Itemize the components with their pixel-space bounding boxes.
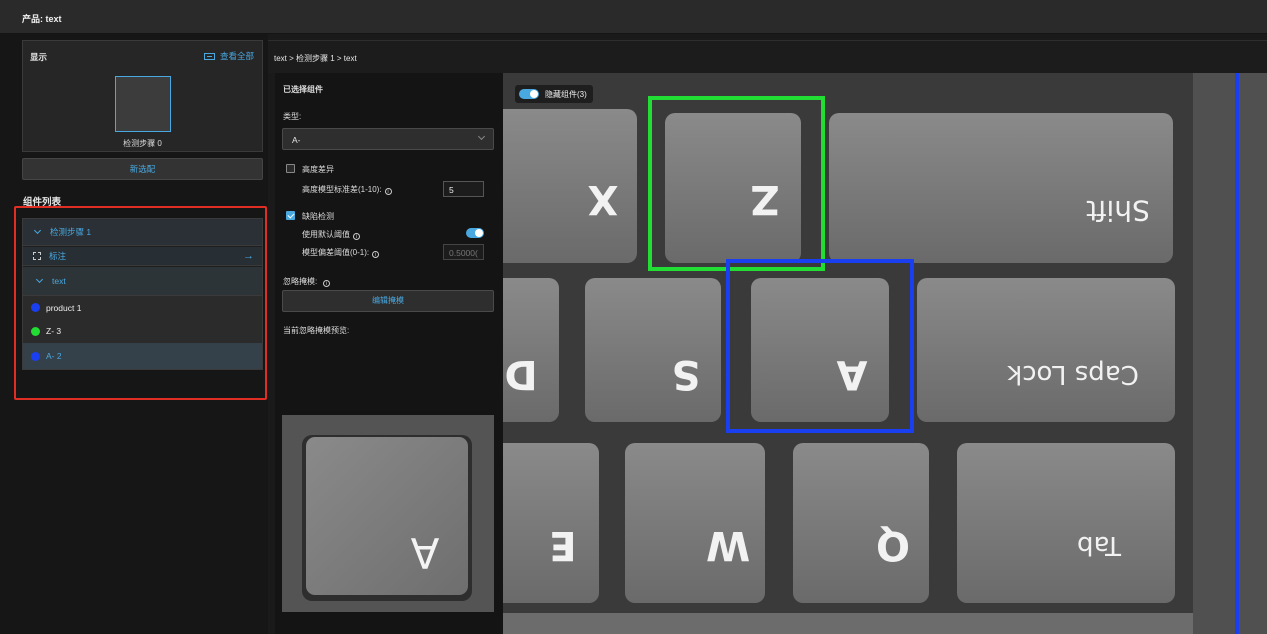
key-caps-lock xyxy=(917,278,1175,422)
preview-key xyxy=(306,437,468,595)
hide-components-control[interactable]: 隐藏组件(3) xyxy=(515,85,593,103)
keyboard-image: X Z Shift D S A Caps Lock E W Q Tab xyxy=(503,73,1267,634)
display-title: 显示 xyxy=(30,52,48,62)
keyboard-edge xyxy=(1193,73,1267,634)
defect-detect-label: 缺陷检测 xyxy=(302,212,334,221)
breadcrumb-bar: text > 检测步骤 1 > text xyxy=(268,40,1267,73)
breadcrumb: text > 检测步骤 1 > text xyxy=(274,54,357,63)
ignore-mask-label: 忽略掩模: i xyxy=(283,276,331,287)
model-bias-label: 模型偏差阈值(0-1): i xyxy=(302,247,380,258)
color-dot xyxy=(31,326,40,336)
type-label: 类型: xyxy=(283,112,302,121)
tree-text-row[interactable]: text xyxy=(23,267,262,295)
use-default-text: 使用默认阈值 xyxy=(302,230,350,239)
left-panel: 显示 查看全部 检测步骤 0 新选配 组件列表 检测步骤 1 标注 → text… xyxy=(0,34,268,634)
chevron-down-icon xyxy=(477,132,486,141)
key-a xyxy=(751,278,889,422)
color-dot xyxy=(31,303,40,312)
display-card: 显示 查看全部 检测步骤 0 xyxy=(22,40,263,152)
component-tree: 检测步骤 1 标注 → text product 1 Z- 3 A- 2 xyxy=(22,218,263,370)
height-diff-label: 高度差异 xyxy=(302,165,334,174)
model-bias-text: 模型偏差阈值(0-1): xyxy=(302,248,370,257)
top-bar: 产品: text xyxy=(0,0,1267,34)
arrow-right-icon[interactable]: → xyxy=(243,250,254,262)
model-bias-input[interactable]: 0.5000( xyxy=(443,244,484,260)
hide-components-toggle[interactable] xyxy=(519,89,539,99)
height-std-text: 高度模型标准差(1-10): xyxy=(302,185,382,194)
key-label-w: W xyxy=(706,522,750,568)
defect-detect-checkbox[interactable] xyxy=(286,211,295,220)
chevron-down-icon xyxy=(33,226,42,235)
step-thumbnail[interactable] xyxy=(115,76,171,132)
key-label-caps-lock: Caps Lock xyxy=(1007,359,1139,389)
key-tab xyxy=(957,443,1175,603)
selected-component-title: 已选择组件 xyxy=(283,85,323,94)
key-label-q: Q xyxy=(876,522,910,568)
hide-components-label: 隐藏组件(3) xyxy=(545,89,587,99)
list-item-label: Z- 3 xyxy=(46,326,62,336)
height-std-label: 高度模型标准差(1-10): i xyxy=(302,184,392,195)
tree-annotation-row[interactable]: 标注 → xyxy=(23,247,262,266)
info-icon[interactable]: i xyxy=(353,233,360,240)
view-all-link[interactable]: 查看全部 xyxy=(203,50,254,62)
height-diff-checkbox[interactable] xyxy=(286,164,295,173)
type-select[interactable]: A- xyxy=(282,128,494,150)
type-select-value: A- xyxy=(292,135,301,145)
mask-preview-label: 当前忽略掩模预览: xyxy=(283,326,350,335)
key-label-e: E xyxy=(549,522,576,568)
mask-preview-image: A xyxy=(282,415,494,612)
edit-mask-button[interactable]: 编辑掩模 xyxy=(282,290,494,312)
key-label-a: A xyxy=(836,351,867,397)
use-default-label: 使用默认阈值 i xyxy=(302,229,360,240)
key-label-tab: Tab xyxy=(1077,530,1122,560)
info-icon[interactable]: i xyxy=(323,280,331,287)
use-default-toggle[interactable] xyxy=(466,228,484,238)
preview-key-label: A xyxy=(410,528,439,577)
annotation-label: 标注 xyxy=(49,251,67,261)
ignore-mask-text: 忽略掩模: xyxy=(283,277,318,286)
key-row-bottom xyxy=(503,613,1267,634)
component-box-product[interactable] xyxy=(1235,73,1239,634)
list-item-label: A- 2 xyxy=(46,351,62,361)
image-canvas[interactable]: X Z Shift D S A Caps Lock E W Q Tab 隐藏组件… xyxy=(503,73,1267,634)
key-z xyxy=(665,113,801,263)
chevron-down-icon xyxy=(35,275,44,284)
gallery-icon xyxy=(203,52,215,60)
key-label-s: S xyxy=(672,351,701,397)
text-node-label: text xyxy=(52,276,66,286)
key-label-d: D xyxy=(504,351,537,397)
key-d xyxy=(503,278,559,422)
color-dot xyxy=(31,351,40,361)
height-std-input[interactable]: 5 xyxy=(443,181,484,197)
list-item[interactable]: Z- 3 xyxy=(23,319,262,343)
view-all-label: 查看全部 xyxy=(219,51,254,61)
thumbnail-label: 检测步骤 0 xyxy=(123,139,162,148)
key-label-z: Z xyxy=(750,176,779,222)
info-icon[interactable]: i xyxy=(372,251,380,258)
list-item[interactable]: A- 2 xyxy=(23,343,262,369)
bounding-box-icon xyxy=(33,252,41,260)
tree-step-row[interactable]: 检测步骤 1 xyxy=(23,219,262,246)
key-label-x: X xyxy=(587,176,618,222)
key-s xyxy=(585,278,721,422)
key-shift xyxy=(829,113,1173,263)
list-item[interactable]: product 1 xyxy=(23,295,262,319)
list-item-label: product 1 xyxy=(46,302,82,313)
properties-panel: 已选择组件 类型: A- 高度差异 高度模型标准差(1-10): i 5 缺陷检测… xyxy=(275,73,503,634)
new-config-button[interactable]: 新选配 xyxy=(22,158,263,180)
info-icon[interactable]: i xyxy=(384,188,392,195)
key-label-shift: Shift xyxy=(1086,194,1150,227)
step-label: 检测步骤 1 xyxy=(50,227,92,237)
product-title: 产品: text xyxy=(22,14,62,24)
